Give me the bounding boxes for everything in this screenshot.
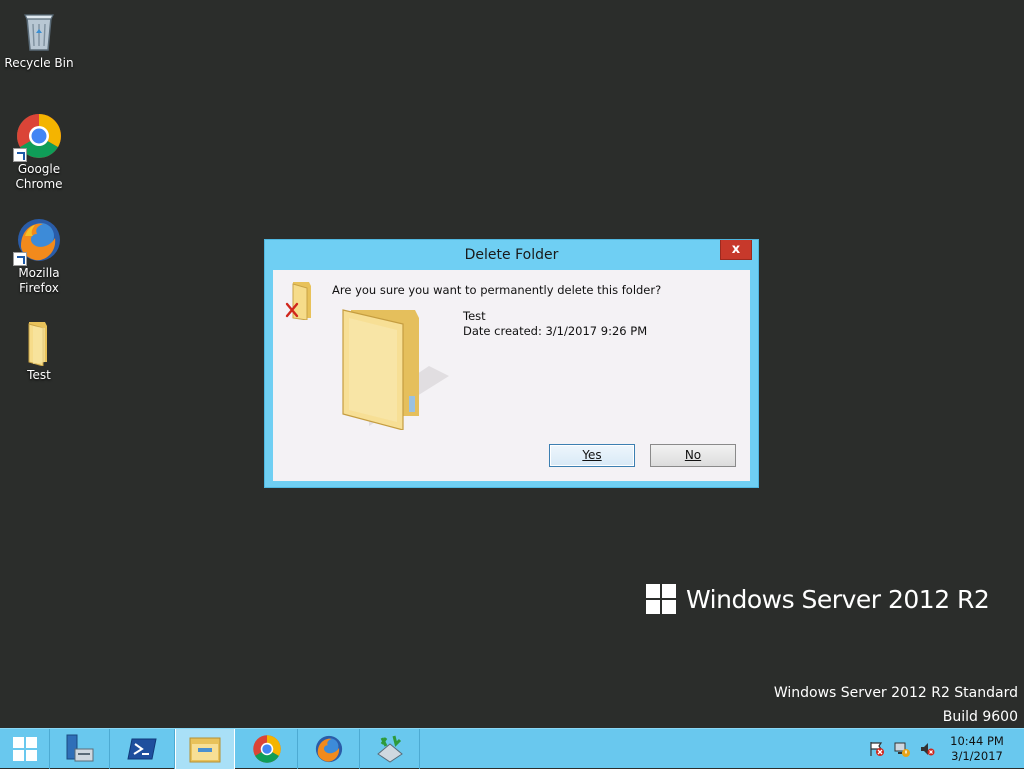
taskbar-file-explorer[interactable] [175, 729, 235, 769]
firefox-icon [13, 216, 63, 266]
desktop-icon-test-folder[interactable]: Test [0, 318, 78, 383]
dialog-title: Delete Folder [464, 247, 559, 263]
build-number: Build 9600 [942, 709, 1018, 725]
desktop-icon-label: Chrome [15, 177, 63, 191]
edition-watermark: Windows Server 2012 R2 Standard Build 96… [774, 684, 1018, 732]
yes-button[interactable]: Yes [549, 444, 635, 467]
delete-folder-dialog: Delete Folder x Are you sure you want to… [264, 239, 759, 488]
network-transfer-icon [376, 735, 403, 763]
edition-name: Windows Server 2012 R2 Standard [773, 685, 1018, 701]
close-button[interactable]: x [720, 240, 752, 260]
desktop-icon-label: Firefox [19, 281, 59, 295]
start-icon [12, 737, 37, 761]
taskbar-clock[interactable]: 10:44 PM 3/1/2017 [944, 734, 1010, 764]
start-button[interactable] [0, 729, 50, 769]
clock-date: 3/1/2017 [951, 749, 1003, 763]
desktop-icon-recycle-bin[interactable]: Recycle Bin [0, 6, 78, 71]
dialog-body: Are you sure you want to permanently del… [273, 270, 750, 481]
desktop-icon-label: Mozilla [18, 266, 60, 280]
windows-server-branding: Windows Server 2012 R2 [646, 582, 990, 616]
desktop-icon-label: Google [17, 162, 61, 176]
chrome-icon [13, 112, 63, 162]
chrome-icon [252, 735, 281, 763]
desktop-icon-mozilla-firefox[interactable]: Mozilla Firefox [0, 216, 78, 296]
desktop-icon-label: Test [27, 368, 51, 382]
taskbar-powershell[interactable] [110, 729, 175, 769]
dialog-message: Are you sure you want to permanently del… [332, 283, 662, 297]
taskbar-network-transfer[interactable] [360, 729, 420, 769]
taskbar-server-manager[interactable] [50, 729, 110, 769]
system-tray: 10:44 PM 3/1/2017 [869, 729, 1024, 769]
folder-date-created: Date created: 3/1/2017 9:26 PM [463, 324, 648, 338]
network-icon[interactable] [894, 741, 910, 757]
server-manager-icon [66, 734, 93, 762]
file-explorer-icon [189, 737, 221, 763]
taskbar: 10:44 PM 3/1/2017 [0, 728, 1024, 769]
branding-text: Windows Server 2012 R2 [686, 584, 990, 614]
no-button[interactable]: No [650, 444, 736, 467]
folder-name: Test [463, 309, 486, 323]
action-center-icon[interactable] [869, 741, 885, 757]
taskbar-firefox[interactable] [298, 729, 360, 769]
recycle-bin-icon [15, 6, 63, 54]
windows-logo-icon [646, 584, 676, 614]
desktop-icon-label: Recycle Bin [4, 56, 74, 70]
firefox-icon [315, 735, 342, 763]
shortcut-arrow-icon [13, 252, 27, 266]
large-folder-icon [339, 306, 459, 434]
volume-muted-icon[interactable] [919, 741, 935, 757]
taskbar-chrome[interactable] [236, 729, 298, 769]
desktop-icon-google-chrome[interactable]: Google Chrome [0, 112, 78, 192]
clock-time: 10:44 PM [950, 734, 1004, 748]
folder-delete-icon [285, 280, 325, 324]
powershell-icon [127, 738, 157, 760]
dialog-titlebar[interactable]: Delete Folder x [265, 240, 758, 270]
folder-icon [15, 318, 63, 367]
shortcut-arrow-icon [13, 148, 27, 162]
close-icon: x [731, 242, 741, 257]
